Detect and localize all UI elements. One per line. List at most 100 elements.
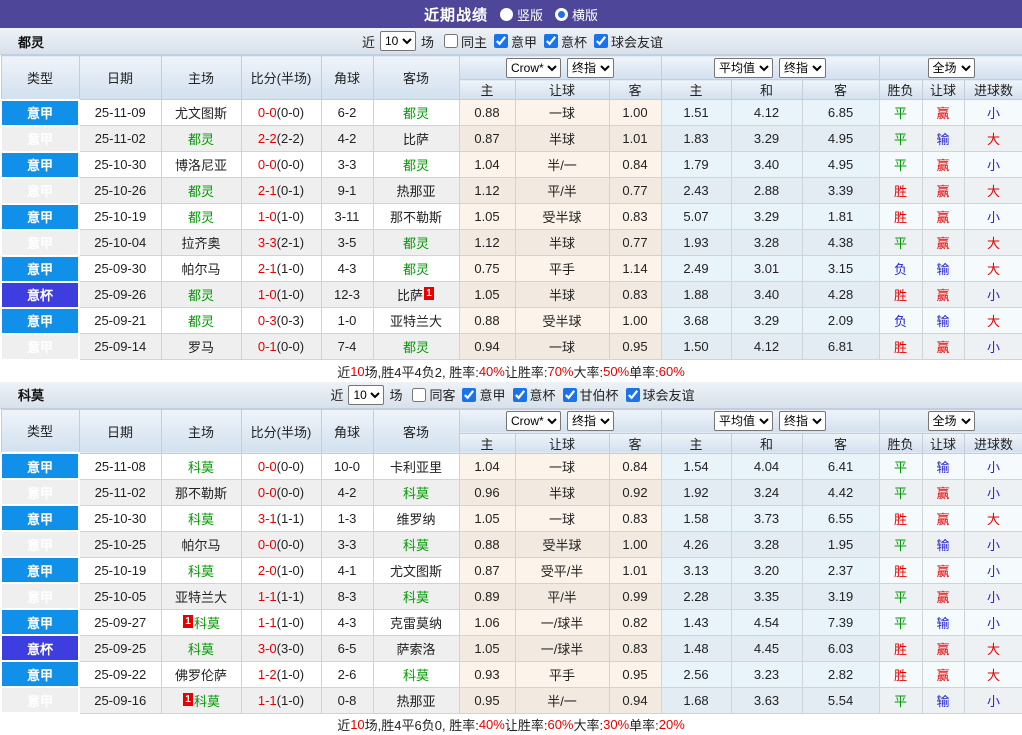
league-badge: 意甲 (1, 661, 79, 687)
odds-provider-select[interactable]: Crow* (506, 411, 561, 431)
result-handicap-text: 输 (937, 616, 950, 631)
league-filter-checkbox-1[interactable] (544, 34, 558, 48)
avg-final-select[interactable]: 终指 (779, 58, 826, 78)
odds-provider-select[interactable]: Crow* (506, 58, 561, 78)
result-goals-text: 小 (987, 210, 1000, 225)
avg-provider-select[interactable]: 平均值 (714, 411, 773, 431)
result-goals: 小 (964, 479, 1022, 505)
sub-header-0: 主 (459, 80, 515, 100)
avg-draw: 3.29 (731, 126, 802, 152)
result-handicap: 输 (922, 453, 964, 479)
score-halftime: (0-0) (277, 157, 304, 172)
col-header-3: 比分(半场) (241, 409, 321, 453)
scope-select[interactable]: 全场 (928, 411, 975, 431)
league-filter-checkbox-2[interactable] (563, 388, 577, 402)
score-fulltime: 2-2 (258, 131, 277, 146)
layout-radio-horizontal[interactable]: 横版 (555, 5, 598, 24)
corners: 4-3 (321, 609, 373, 635)
result-handicap: 输 (922, 308, 964, 334)
summary-segment: 单率: (629, 362, 659, 381)
sub-header-7: 让球 (922, 433, 964, 453)
summary-segment: 60% (659, 364, 685, 379)
odds-final-select[interactable]: 终指 (567, 411, 614, 431)
team-name-text: 那不勒斯 (390, 210, 442, 225)
odds-final-select[interactable]: 终指 (567, 58, 614, 78)
result-handicap-text: 赢 (937, 184, 950, 199)
league-filter-checkbox-1[interactable] (513, 388, 527, 402)
avg-away: 6.81 (802, 334, 879, 360)
games-count-select[interactable]: 10 (380, 31, 416, 51)
league-badge: 意杯 (1, 635, 79, 661)
score: 0-1(0-0) (241, 334, 321, 360)
result-goals-text: 小 (987, 694, 1000, 709)
result-handicap: 赢 (922, 204, 964, 230)
games-count-select[interactable]: 10 (348, 385, 384, 405)
league-badge: 意甲 (1, 687, 79, 713)
result-goals-text: 大 (987, 642, 1000, 657)
league-filter-checkbox-0[interactable] (494, 34, 508, 48)
away-team: 热那亚 (373, 178, 459, 204)
table-row: 意甲25-10-26都灵2-1(0-1)9-1热那亚1.12平/半0.772.4… (1, 178, 1022, 204)
avg-home: 2.43 (661, 178, 731, 204)
layout-radio-vertical[interactable]: 竖版 (500, 5, 543, 24)
avg-draw: 3.28 (731, 230, 802, 256)
league-filter-checkbox-0[interactable] (462, 388, 476, 402)
home-team: 1科莫 (161, 609, 241, 635)
match-date: 25-11-02 (79, 126, 161, 152)
avg-away: 2.09 (802, 308, 879, 334)
same-venue-checkbox[interactable] (444, 34, 458, 48)
result-wdl-text: 平 (894, 106, 907, 121)
odds-away: 1.00 (609, 308, 661, 334)
home-team: 都灵 (161, 126, 241, 152)
result-handicap: 赢 (922, 479, 964, 505)
result-wdl-text: 平 (894, 236, 907, 251)
league-filter-checkbox-2[interactable] (594, 34, 608, 48)
league-badge: 意甲 (1, 609, 79, 635)
avg-away: 2.82 (802, 661, 879, 687)
table-row: 意甲25-09-21都灵0-3(0-3)1-0亚特兰大0.88受半球1.003.… (1, 308, 1022, 334)
score-fulltime: 2-0 (258, 563, 277, 578)
home-team: 帕尔马 (161, 531, 241, 557)
score-fulltime: 3-0 (258, 641, 277, 656)
avg-home: 1.68 (661, 687, 731, 713)
match-date: 25-09-26 (79, 282, 161, 308)
avg-final-select[interactable]: 终指 (779, 411, 826, 431)
league-filter-checkbox-3[interactable] (626, 388, 640, 402)
score-fulltime: 3-1 (258, 511, 277, 526)
result-goals-text: 小 (987, 538, 1000, 553)
result-wdl: 胜 (879, 178, 922, 204)
summary-segment: 单率: (629, 715, 659, 734)
result-handicap: 输 (922, 126, 964, 152)
sub-header-5: 客 (802, 80, 879, 100)
same-venue-checkbox[interactable] (412, 388, 426, 402)
home-team: 帕尔马 (161, 256, 241, 282)
avg-provider-select[interactable]: 平均值 (714, 58, 773, 78)
result-wdl-text: 负 (894, 262, 907, 277)
team-name: 科莫 (18, 385, 44, 404)
team-name-text: 那不勒斯 (175, 486, 227, 501)
odds-home: 1.06 (459, 609, 515, 635)
team-name-text: 维罗纳 (396, 512, 435, 527)
score-halftime: (0-0) (277, 459, 304, 474)
table-row: 意甲25-10-19都灵1-0(1-0)3-11那不勒斯1.05受半球0.835… (1, 204, 1022, 230)
result-handicap: 赢 (922, 100, 964, 126)
result-handicap: 赢 (922, 635, 964, 661)
league-filter-label-3: 球会友谊 (643, 385, 695, 404)
table-row: 意甲25-10-25帕尔马0-0(0-0)3-3科莫0.88受半球1.004.2… (1, 531, 1022, 557)
col-header-4: 角球 (321, 409, 373, 453)
odds-home: 1.05 (459, 282, 515, 308)
away-team: 亚特兰大 (373, 308, 459, 334)
score: 1-0(1-0) (241, 282, 321, 308)
team-name-text: 科莫 (188, 564, 214, 579)
result-wdl-text: 胜 (894, 512, 907, 527)
home-team: 都灵 (161, 204, 241, 230)
avg-draw: 4.45 (731, 635, 802, 661)
result-goals-text: 小 (987, 590, 1000, 605)
score-halftime: (2-1) (277, 235, 304, 250)
sections-container: 都灵近10场同主意甲意杯球会友谊类型日期主场比分(半场)角球客场Crow*终指平… (0, 28, 1022, 735)
handicap-line: 半球 (515, 282, 609, 308)
avg-away: 3.19 (802, 583, 879, 609)
handicap-line: 受平/半 (515, 557, 609, 583)
scope-select[interactable]: 全场 (928, 58, 975, 78)
score-fulltime: 0-0 (258, 537, 277, 552)
